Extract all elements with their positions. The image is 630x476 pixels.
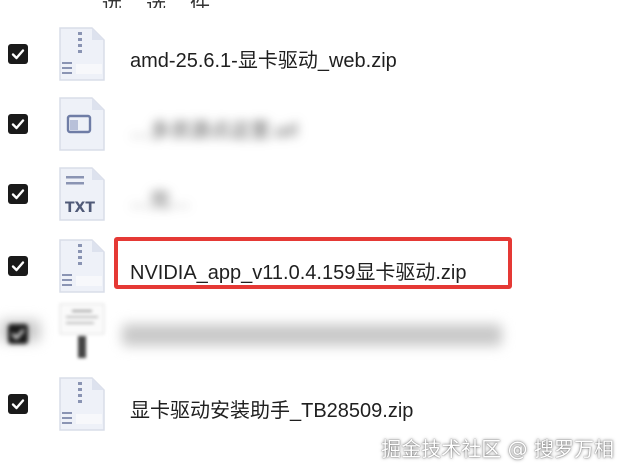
checkbox-checked[interactable] [8,394,28,414]
zip-icon [58,238,106,294]
checkbox-checked[interactable] [8,324,28,344]
file-name-blurred: …多资源点这里.url [130,120,298,142]
zip-icon [58,376,106,432]
check-icon [11,329,25,340]
blur-redaction [122,324,502,346]
file-name: amd-25.6.1-显卡驱动_web.zip [130,50,397,72]
file-row[interactable]: amd-25.6.1-显卡驱动_web.zip [0,20,630,90]
top-cut-off-row: …远…选…件 [0,0,630,8]
checkbox-checked[interactable] [8,184,28,204]
file-row[interactable]: …多资源点这里.url [0,90,630,160]
zip-icon [58,26,106,82]
check-icon [11,189,25,200]
watermark: 掘金技术社区 @ 搜罗万相 [381,437,614,461]
check-icon [11,399,25,410]
check-icon [11,119,25,130]
document-thumbnail-icon [58,302,106,358]
checkbox-checked[interactable] [8,256,28,276]
file-row[interactable]: TXT …完… [0,160,630,230]
file-row[interactable]: 显卡驱动安装助手_TB28509.zip [0,370,630,440]
file-name-blurred: …完… [130,190,190,212]
file-row[interactable] [0,298,630,368]
file-name: 显卡驱动安装助手_TB28509.zip [130,400,414,422]
checkbox-checked[interactable] [8,44,28,64]
url-icon [58,96,106,152]
top-fragment-text: …远…选…件 [80,0,212,8]
red-highlight-box [114,237,512,289]
svg-text:TXT: TXT [65,200,95,216]
check-icon [11,49,25,60]
checkbox-checked[interactable] [8,114,28,134]
txt-icon: TXT [58,166,106,222]
check-icon [11,261,25,272]
